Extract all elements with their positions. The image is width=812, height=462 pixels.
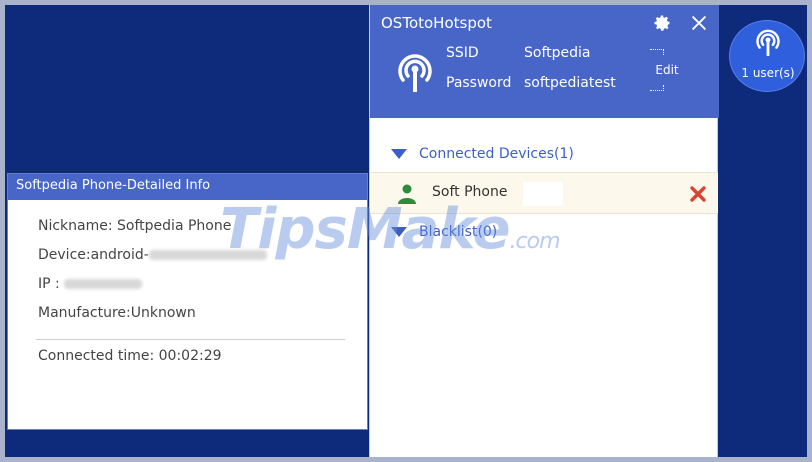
close-icon[interactable] [688, 12, 710, 34]
connected-devices-header: Connected Devices(1) [419, 146, 574, 162]
hotspot-icon [756, 29, 780, 56]
gear-icon[interactable] [652, 13, 672, 33]
detail-connected-time: Connected time: 00:02:29 [38, 348, 222, 364]
remove-device-icon[interactable] [689, 185, 707, 203]
edit-bracket-top [650, 49, 664, 55]
detail-nickname: Nickname: Softpedia Phone [38, 218, 232, 234]
divider [36, 339, 345, 340]
panel-header: OSTotoHotspot SSID Softpedia Password so… [370, 5, 719, 118]
detail-manufacture: Manufacture:Unknown [38, 305, 196, 321]
password-value: softpediatest [524, 75, 616, 91]
connected-devices-toggle[interactable]: Connected Devices(1) [391, 146, 574, 162]
blacklist-toggle[interactable]: Blacklist(0) [391, 224, 497, 240]
hotspot-panel: OSTotoHotspot SSID Softpedia Password so… [369, 5, 719, 457]
edit-label: Edit [655, 63, 679, 77]
detail-device: Device:android- [38, 247, 267, 263]
detail-ip: IP : [38, 276, 143, 292]
triangle-down-icon [391, 149, 407, 159]
device-name: Soft Phone [432, 184, 508, 200]
hotspot-icon [398, 54, 432, 92]
password-label: Password [446, 75, 512, 91]
triangle-down-icon [391, 227, 407, 237]
detail-ip-label: IP : [38, 276, 60, 292]
users-count: 1 user(s) [741, 66, 795, 80]
device-row[interactable]: Soft Phone [371, 172, 718, 214]
redacted-device-id [148, 250, 267, 260]
edit-button[interactable]: Edit [646, 49, 688, 91]
detail-device-label: Device:android- [38, 247, 149, 263]
users-badge[interactable]: 1 user(s) [729, 20, 805, 92]
blacklist-header: Blacklist(0) [419, 224, 498, 240]
person-icon [398, 184, 416, 204]
app-title: OSTotoHotspot [381, 14, 492, 32]
device-info-mask [523, 182, 563, 206]
redacted-ip [64, 279, 143, 289]
ssid-value: Softpedia [524, 45, 591, 61]
edit-bracket-bottom [650, 85, 664, 91]
device-detail-window: Softpedia Phone-Detailed Info Nickname: … [7, 173, 368, 430]
detail-title: Softpedia Phone-Detailed Info [8, 174, 367, 200]
ssid-label: SSID [446, 45, 479, 61]
